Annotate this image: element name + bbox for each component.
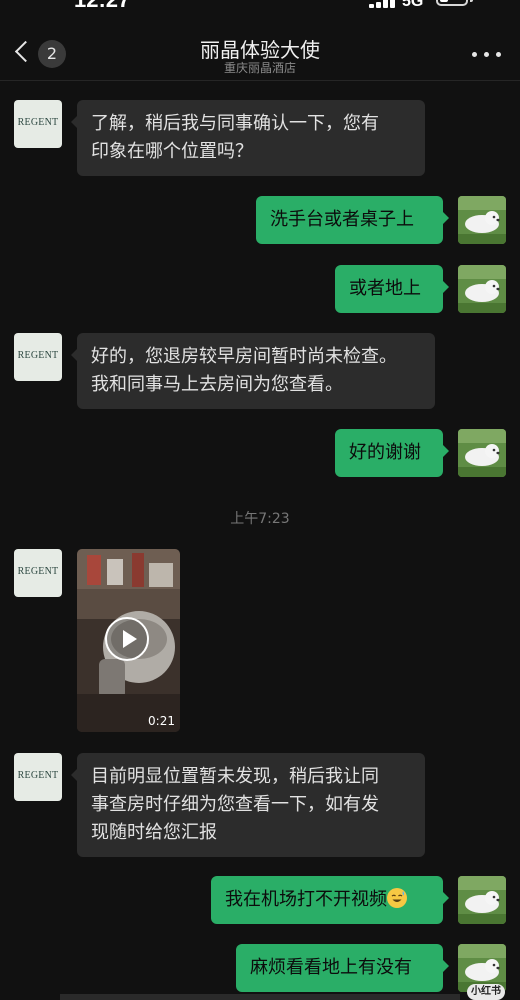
more-dots-icon [472,52,477,57]
user-avatar[interactable] [458,429,506,477]
message-bubble-outgoing[interactable]: 或者地上 [335,265,449,313]
regent-logo: REGENT [17,350,59,361]
message-line: 事查房时仔细为您查看一下，如有发 [91,794,379,815]
play-icon[interactable] [105,617,149,661]
message-line: 我和同事马上去房间为您查看。 [91,374,343,395]
video-duration: 0:21 [148,714,175,728]
message-line: 好的，您退房较早房间暂时尚未检查。 [91,346,397,367]
chat-subtitle: 重庆丽晶酒店 [223,61,296,75]
user-avatar[interactable] [458,265,506,313]
chat-header: 2 丽晶体验大使 重庆丽晶酒店 [0,24,520,81]
message-bubble-outgoing[interactable]: 洗手台或者桌子上 [256,196,449,244]
regent-logo: REGENT [17,566,59,577]
more-options-button[interactable] [470,46,504,62]
regent-logo: REGENT [17,117,59,128]
video-message[interactable]: 0:21 [77,549,180,732]
contact-avatar[interactable]: REGENT [14,333,62,381]
message-line: 现随时给您汇报 [91,822,217,843]
watermark: 小红书 [467,984,505,1000]
message-line: 目前明显位置暂未发现，稍后我让同 [91,766,379,787]
message-text: 麻烦看看地上有没有 [250,957,412,978]
status-time: 12:27 [74,0,130,13]
message-text: 洗手台或者桌子上 [270,209,414,230]
message-text: 我在机场打不开视频 [225,889,387,910]
timestamp-divider: 上午7:23 [230,511,290,527]
sweat-smile-emoji-icon [387,888,407,908]
message-bubble-outgoing[interactable]: 我在机场打不开视频 [211,876,449,924]
user-avatar[interactable] [458,196,506,244]
status-bar: 12:27 5G [0,0,520,18]
message-line: 印象在哪个位置吗？ [91,141,253,162]
contact-avatar[interactable]: REGENT [14,753,62,801]
message-line: 了解，稍后我与同事确认一下，您有 [91,113,379,134]
battery-tip [470,0,473,2]
input-bar-edge [60,994,460,1000]
dog-photo-icon [458,265,506,313]
message-bubble-incoming[interactable]: 好的，您退房较早房间暂时尚未检查。 我和同事马上去房间为您查看。 [71,333,435,409]
message-bubble-incoming[interactable]: 了解，稍后我与同事确认一下，您有 印象在哪个位置吗？ [71,100,425,176]
dog-photo-icon [458,196,506,244]
message-bubble-incoming[interactable]: 目前明显位置暂未发现，稍后我让同 事查房时仔细为您查看一下，如有发 现随时给您汇… [71,753,425,857]
dog-photo-icon [458,876,506,924]
message-bubble-outgoing[interactable]: 麻烦看看地上有没有 [236,944,449,992]
network-type: 5G [402,0,424,10]
dog-photo-icon [458,429,506,477]
message-text: 或者地上 [349,278,421,299]
signal-icon [369,0,395,8]
contact-avatar[interactable]: REGENT [14,100,62,148]
battery-icon [436,0,468,6]
user-avatar[interactable] [458,876,506,924]
regent-logo: REGENT [17,770,59,781]
message-text: 好的谢谢 [349,442,421,463]
contact-avatar[interactable]: REGENT [14,549,62,597]
message-bubble-outgoing[interactable]: 好的谢谢 [335,429,449,477]
